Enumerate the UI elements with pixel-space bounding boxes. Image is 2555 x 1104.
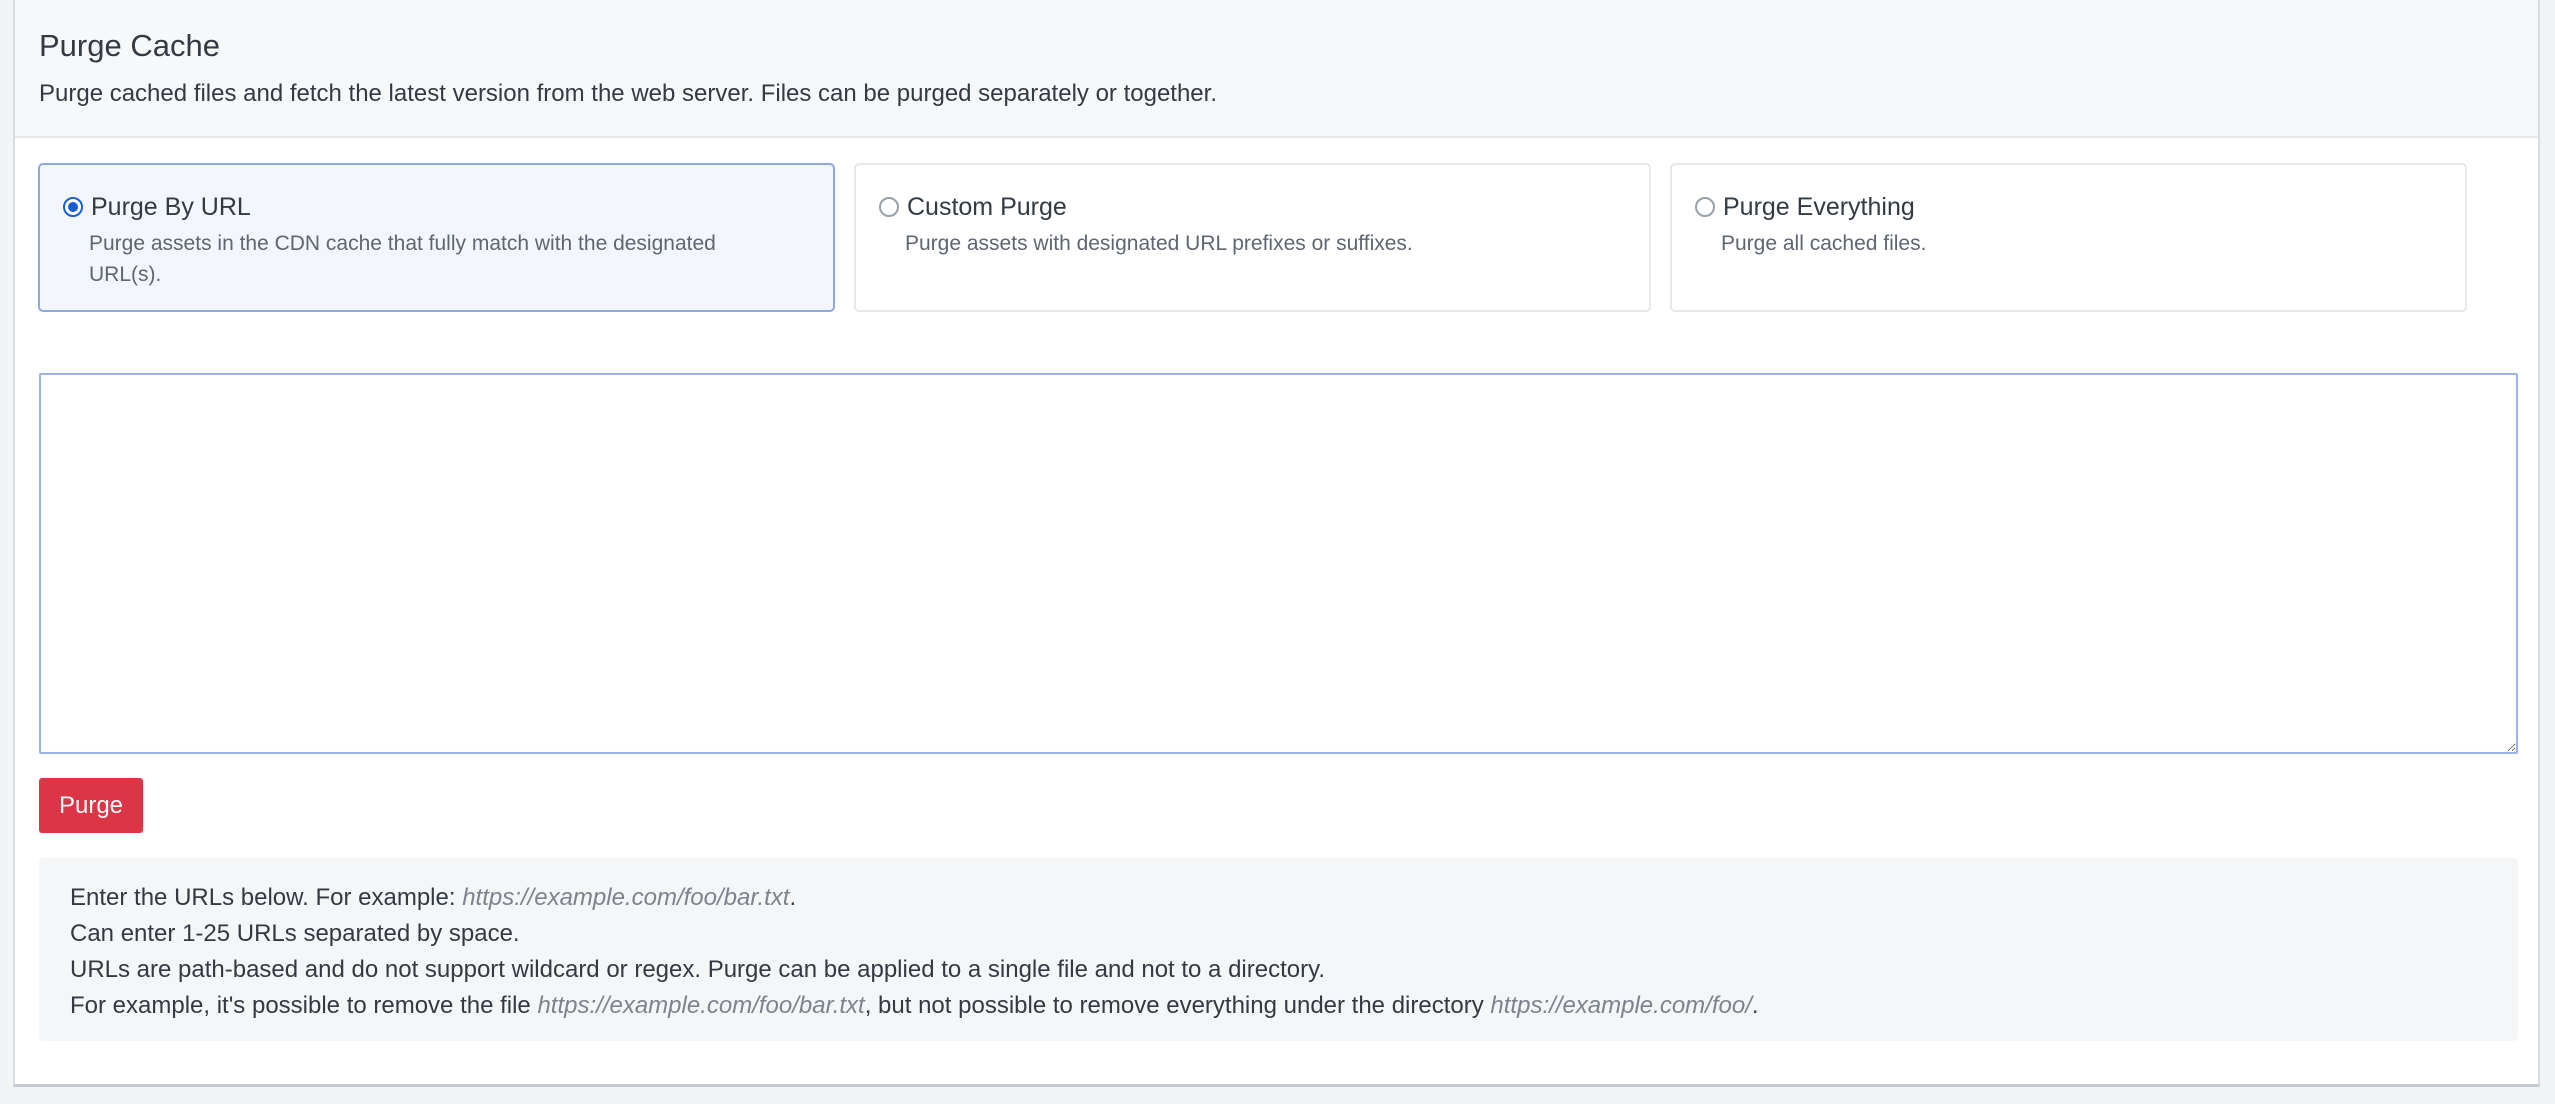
purge-by-url-radio[interactable] <box>63 197 83 217</box>
help-line-2: Can enter 1-25 URLs separated by space. <box>70 920 520 947</box>
help-text: , but not possible to remove everything … <box>864 992 1491 1019</box>
option-description: Purge all cached files. <box>1721 232 1927 255</box>
example-directory-url: https://example.com/foo/ <box>1490 992 1752 1019</box>
option-label: Custom Purge <box>907 193 1067 221</box>
option-label: Purge By URL <box>91 193 251 221</box>
help-line-4: For example, it's possible to remove the… <box>70 988 2487 1024</box>
purge-everything-radio[interactable] <box>1695 197 1715 217</box>
option-label: Purge Everything <box>1723 193 1915 221</box>
panel-header: Purge Cache Purge cached files and fetch… <box>15 0 2538 138</box>
help-text: . <box>789 884 797 911</box>
example-url: https://example.com/foo/bar.txt <box>462 884 790 911</box>
custom-purge-radio[interactable] <box>879 197 899 217</box>
example-url: https://example.com/foo/bar.txt <box>537 992 865 1019</box>
help-text: For example, it's possible to remove the… <box>70 992 538 1019</box>
help-line-3: URLs are path-based and do not support w… <box>70 956 1325 983</box>
purge-button[interactable]: Purge <box>39 778 143 833</box>
help-line-1: Enter the URLs below. For example: https… <box>70 880 2487 916</box>
option-purge-by-url[interactable]: Purge By URL Purge assets in the CDN cac… <box>38 163 835 312</box>
option-custom-purge[interactable]: Custom Purge Purge assets with designate… <box>854 163 1651 312</box>
option-description: Purge assets with designated URL prefixe… <box>905 232 1413 255</box>
purge-cache-panel: Purge Cache Purge cached files and fetch… <box>13 0 2540 1087</box>
help-text: Enter the URLs below. For example: <box>70 884 463 911</box>
help-info-box: Enter the URLs below. For example: https… <box>39 858 2518 1041</box>
option-purge-everything[interactable]: Purge Everything Purge all cached files. <box>1670 163 2467 312</box>
help-text: . <box>1751 992 1759 1019</box>
url-input[interactable] <box>39 373 2518 754</box>
page-subtitle: Purge cached files and fetch the latest … <box>39 80 1217 107</box>
page-title: Purge Cache <box>39 28 220 63</box>
option-description: Purge assets in the CDN cache that fully… <box>89 232 716 286</box>
